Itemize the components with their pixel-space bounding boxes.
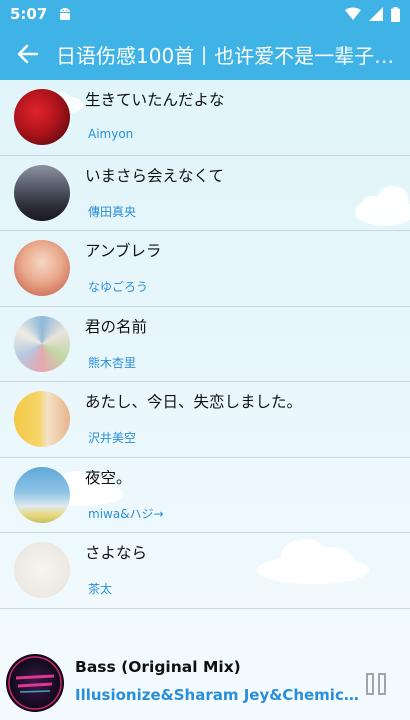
back-button[interactable] [0, 28, 56, 80]
song-title: あたし、今日、失恋しました。 [85, 393, 303, 411]
album-cover [14, 542, 70, 598]
song-artist: 傳田真央 [88, 204, 137, 219]
song-row[interactable]: いまさら会えなくて 傳田真央 [0, 156, 410, 231]
page-title: 日语伤感100首丨也许爱不是一辈子… [56, 43, 395, 68]
now-playing-cover [6, 654, 64, 712]
arrow-left-icon [17, 44, 39, 64]
song-row[interactable]: あたし、今日、失恋しました。 沢井美空 [0, 382, 410, 458]
song-row[interactable]: 夜空。 miwa&ハジ→ [0, 458, 410, 533]
album-cover [14, 315, 70, 372]
album-cover [14, 164, 70, 221]
song-artist: miwa&ハジ→ [88, 506, 164, 521]
app-bar: 日语伤感100首丨也许爱不是一辈子… [0, 28, 410, 80]
song-title: 君の名前 [85, 317, 148, 336]
song-title: 生きていたんだよな [85, 91, 225, 109]
song-artist: Aimyon [88, 127, 134, 141]
song-artist: なゆごろう [88, 280, 149, 294]
status-icons [345, 6, 400, 22]
status-bar: 5:07 [0, 0, 410, 28]
album-cover [14, 89, 70, 145]
song-list: 生きていたんだよな Aimyon いまさら会えなくて 傳田真央 アンブレラ なゆ… [0, 80, 410, 609]
song-row[interactable]: 君の名前 熊木杏里 [0, 307, 410, 382]
android-icon [60, 8, 71, 20]
song-title: アンブレラ [85, 242, 162, 260]
battery-icon [391, 6, 400, 22]
song-row[interactable]: さよなら 茶太 [0, 533, 410, 609]
wifi-icon [345, 7, 361, 20]
album-cover [14, 466, 70, 523]
album-cover [14, 240, 70, 296]
song-title: さよなら [85, 544, 148, 562]
album-cover [14, 391, 70, 447]
song-row[interactable]: アンブレラ なゆごろう [0, 231, 410, 307]
song-artist: 茶太 [88, 582, 113, 596]
signal-icon [369, 7, 383, 21]
album-art-graphic [8, 656, 62, 710]
pause-button[interactable] [364, 672, 388, 696]
now-playing-title: Bass (Original Mix) [75, 658, 241, 676]
song-artist: 沢井美空 [88, 431, 137, 445]
pause-icon [366, 673, 386, 695]
mini-player[interactable]: Bass (Original Mix) Illusionize&Sharam J… [0, 646, 410, 720]
now-playing-artist: Illusionize&Sharam Jey&Chemic… [75, 686, 359, 704]
song-artist: 熊木杏里 [88, 355, 137, 370]
song-row[interactable]: 生きていたんだよな Aimyon [0, 80, 410, 156]
song-title: 夜空。 [85, 468, 132, 487]
status-time: 5:07 [10, 5, 48, 23]
song-title: いまさら会えなくて [85, 166, 225, 185]
